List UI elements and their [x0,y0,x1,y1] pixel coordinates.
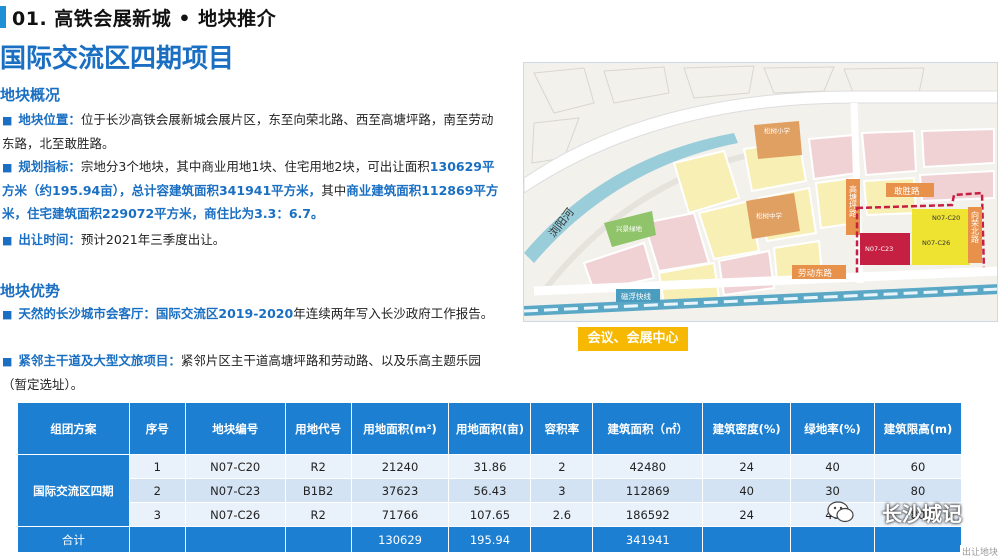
table-cell: 40 [702,478,792,503]
bullet-icon: ■ [2,161,13,174]
advantage-2: ■ 紧邻主干道及大型文旅项目：紧邻片区主干道高塘坪路和劳动路、以及乐高主题乐园（暂… [2,353,481,392]
table-cell: 24 [702,454,792,479]
table-cell: 2.6 [530,502,594,527]
table-cell: 40 [790,454,875,479]
table-cell [702,526,792,553]
section-heading: 01. 高铁会展新城 • 地块推介 [12,8,277,30]
table-cell: N07-C20 [184,454,286,479]
table-row: 2 N07-C23 B1B2 37623 56.43 3 112869 40 3… [18,478,962,503]
map-label-school1: 松树小学 [764,126,791,135]
table-header: 建筑密度(%) [702,402,792,455]
header-accent [0,6,6,28]
table-cell [184,526,286,553]
group-cell: 国际交流区四期 [17,454,130,527]
header-bar: 01. 高铁会展新城 • 地块推介 [0,0,1000,34]
overview-heading: 地块概况 [0,86,61,104]
table-cell: R2 [284,454,352,479]
corner-label: 出让地块 [959,545,1000,558]
watermark: 长沙城记 [882,502,962,526]
bullet-icon: ■ [2,114,13,127]
map-caption: 会议、会展中心 [578,327,688,351]
table-cell: 30 [790,478,875,503]
table-cell: 37623 [350,478,450,503]
map-label-park: 兴景绿地 [616,224,643,233]
table-cell: 186592 [592,502,704,527]
table-cell [874,526,962,553]
table-header: 绿地率(%) [790,402,875,455]
table-total-row: 合计 130629 195.94 341941 [17,526,962,553]
table-cell [530,526,594,553]
map-label-road-gaotangping: 高塘坪路 [849,184,858,217]
table-header: 用地面积(亩) [448,402,532,455]
table-header: 组团方案 [17,402,130,455]
bullet-icon: ■ [2,308,13,321]
table-cell: 112869 [592,478,704,503]
table-cell [128,526,186,553]
table-cell: B1B2 [284,478,352,503]
map-label-road-gansheng: 敢胜路 [894,186,920,197]
map-label-road-cifu: 磁浮快线 [621,291,651,301]
table-cell: 24 [702,502,792,527]
table-header: 用地面积(m²) [350,402,450,455]
table-cell: 2 [530,454,594,479]
overview-location: ■ 地块位置：位于长沙高铁会展新城会展片区，东至向荣北路、西至高塘坪路，南至劳动东… [2,112,494,151]
total-area-mu: 195.94 [448,526,532,553]
overview-time: ■ 出让时间：预计2021年三季度出让。 [2,232,226,247]
table-cell: 21240 [350,454,450,479]
page-title: 国际交流区四期项目 [0,44,235,74]
table-cell: 56.43 [448,478,532,503]
map-label-school2: 松树中学 [756,211,783,220]
table-header: 地块编号 [184,402,286,455]
map-lot-c23: N07-C23 [865,245,893,253]
total-label: 合计 [17,526,130,553]
page: 01. 高铁会展新城 • 地块推介 国际交流区四期项目 地块概况 ■ 地块位置：位… [0,0,1000,558]
map-label-road-xiangrong: 向荣北路 [971,210,980,243]
table-header: 建筑面积（㎡） [592,402,704,455]
table-header: 用地代号 [284,402,352,455]
table-cell [284,526,352,553]
map-label-road-laodong: 劳动东路 [798,268,833,279]
table-cell: 31.86 [448,454,532,479]
table-cell: 60 [874,454,962,479]
advantages-heading: 地块优势 [0,282,61,300]
wechat-icon [827,501,854,523]
overview-plan: ■ 规划指标：宗地分3个地块，其中商业用地1块、住宅用地2块，可出让面积13062… [2,159,499,221]
table-cell: 42480 [592,454,704,479]
table-header: 容积率 [530,402,594,455]
bullet-icon: ■ [2,355,13,368]
table-cell: 1 [128,454,186,479]
land-parcel-table: 组团方案 序号 地块编号 用地代号 用地面积(m²) 用地面积(亩) 容积率 建… [17,402,962,553]
table-header: 序号 [128,402,186,455]
total-area-m2: 130629 [350,526,450,553]
table-cell: R2 [284,502,352,527]
table-header-row: 组团方案 序号 地块编号 用地代号 用地面积(m²) 用地面积(亩) 容积率 建… [17,402,962,455]
table-cell: N07-C26 [184,502,286,527]
table-header: 建筑限高(m) [874,402,962,455]
table-cell: 107.65 [448,502,532,527]
table-cell [790,526,875,553]
table-row: 国际交流区四期 1 N07-C20 R2 21240 31.86 2 42480… [17,454,962,527]
site-map-drawing: 松树小学 松树中学 兴景绿地 浏阳河 高塘坪路 敢胜路 N07-C23 N07-… [524,63,997,321]
table-cell: N07-C23 [184,478,286,503]
bullet-icon: ■ [2,234,13,247]
table-row: 3 N07-C26 R2 71766 107.65 2.6 186592 24 … [18,502,962,527]
map-lot-c20: N07-C20 [932,214,960,222]
table-cell: 71766 [350,502,450,527]
advantage-1: ■ 天然的长沙城市会客厅：国际交流区2019-2020年连续两年写入长沙政府工作报… [2,306,494,321]
table-cell: 2 [128,478,186,503]
table-cell: 3 [530,478,594,503]
map-lot-c26: N07-C26 [922,239,950,247]
total-floor-area: 341941 [592,526,704,553]
table-cell: 3 [128,502,186,527]
site-map: 松树小学 松树中学 兴景绿地 浏阳河 高塘坪路 敢胜路 N07-C23 N07-… [523,62,998,322]
